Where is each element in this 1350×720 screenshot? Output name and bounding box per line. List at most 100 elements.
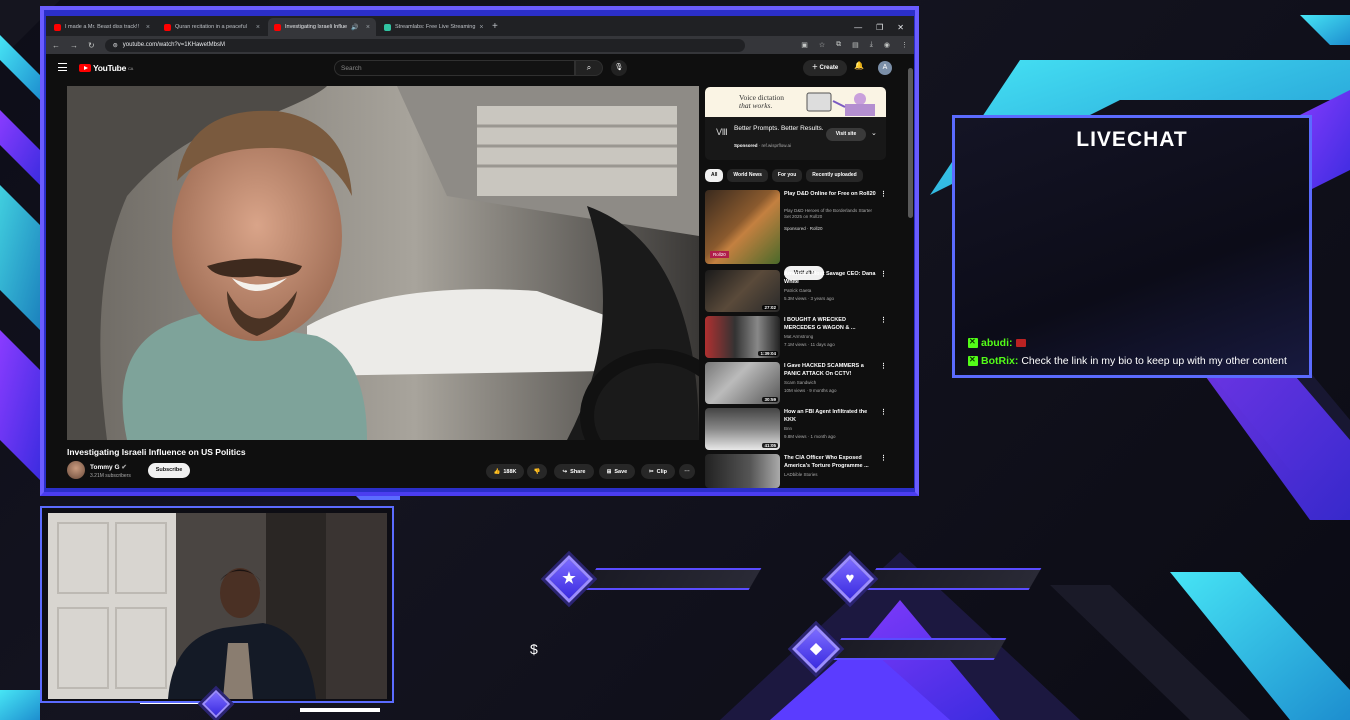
video-duration: 1:39:04: [758, 351, 778, 356]
tab-2[interactable]: Investigating Israeli Influe 🔊 ×: [268, 18, 376, 36]
account-avatar[interactable]: A: [878, 61, 892, 75]
recommendation-desc: Play D&D Heroes of the Borderlands Start…: [784, 208, 873, 219]
recommendation-item[interactable]: 1:39:04 I BOUGHT A WRECKED MERCEDES G WA…: [705, 316, 895, 358]
youtube-icon: [164, 23, 171, 31]
thumbs-down-icon: 👎: [533, 468, 541, 475]
subscribe-button[interactable]: Subscribe: [148, 463, 190, 478]
video-duration: 41:05: [762, 443, 778, 448]
recommendation-channel: Patrick Gaeta: [784, 288, 812, 293]
share-label: Share: [570, 468, 586, 475]
recommendation-item[interactable]: The CIA Officer Who Exposed America's To…: [705, 454, 895, 488]
emote-icon: [1015, 339, 1026, 347]
youtube-icon: [274, 23, 281, 31]
search-input[interactable]: Search: [334, 60, 575, 76]
hamburger-menu-icon[interactable]: [58, 63, 67, 71]
more-actions-button[interactable]: ⋯: [679, 464, 695, 479]
region-code: CA: [128, 65, 133, 71]
url-field[interactable]: ⊜ youtube.com/watch?v=1KHawetMbsM: [104, 38, 745, 52]
recommendation-item[interactable]: 27:02 America's Most Savage CEO: Dana Wh…: [705, 270, 895, 312]
sidepanel-icon[interactable]: ▤: [852, 41, 859, 49]
search-icon[interactable]: ⌕: [575, 60, 603, 76]
video-thumbnail[interactable]: 30:59: [705, 362, 780, 404]
video-thumbnail[interactable]: 41:05: [705, 408, 780, 450]
close-icon[interactable]: ×: [479, 24, 483, 31]
window-controls: — ❐ ✕: [844, 18, 914, 36]
tab-1[interactable]: Quran recitation in a peaceful ×: [158, 18, 266, 36]
tab-3[interactable]: Streamlabs: Free Live Streaming ×: [378, 18, 486, 36]
chip-recently-uploaded[interactable]: Recently uploaded: [806, 169, 863, 182]
youtube-logo[interactable]: YouTube CA: [79, 63, 133, 73]
ad-sponsor-line: Sponsored · ref.wisprflow.ai: [734, 143, 792, 148]
create-label: Create: [819, 65, 839, 71]
video-thumbnail[interactable]: Roll20: [705, 190, 780, 264]
reload-icon[interactable]: ↻: [88, 41, 95, 50]
restore-icon[interactable]: ❐: [876, 23, 883, 32]
channel-avatar[interactable]: [67, 461, 85, 479]
share-button[interactable]: ↪ Share: [554, 464, 594, 479]
recommendation-item[interactable]: Roll20 Play D&D Online for Free on Roll2…: [705, 190, 895, 266]
chevron-down-icon[interactable]: ⌄: [871, 129, 877, 137]
recommendation-item[interactable]: 30:59 I Gave HACKED SCAMMERS a PANIC ATT…: [705, 362, 895, 404]
more-dots-icon[interactable]: ⋮: [880, 454, 887, 462]
profile-icon[interactable]: ◉: [884, 41, 890, 49]
clip-button[interactable]: ✂ Clip: [641, 464, 675, 479]
back-icon[interactable]: ←: [52, 41, 60, 50]
scrollbar[interactable]: [908, 68, 913, 218]
ad-visit-site-button[interactable]: Visit site: [826, 128, 866, 141]
recommendation-meta: 10M views · 9 months ago: [784, 388, 837, 393]
download-icon[interactable]: ⤓: [870, 41, 873, 49]
more-dots-icon[interactable]: ⋮: [880, 190, 887, 198]
bookmark-star-icon[interactable]: ☆: [819, 41, 825, 49]
ad-illustration: [806, 92, 875, 116]
save-button[interactable]: ⊞ Save: [599, 464, 635, 479]
streamlabs-icon: [384, 23, 391, 31]
dislike-button[interactable]: 👎: [527, 464, 547, 479]
more-dots-icon[interactable]: ⋮: [880, 408, 887, 416]
chip-world-news[interactable]: World News: [727, 169, 768, 182]
forward-icon[interactable]: →: [70, 41, 78, 50]
cast-icon[interactable]: ▣: [801, 41, 808, 49]
save-label: Save: [614, 468, 628, 475]
close-window-icon[interactable]: ✕: [897, 23, 904, 32]
video-thumbnail[interactable]: [705, 454, 780, 488]
chip-for-you[interactable]: For you: [771, 169, 803, 182]
donation-goal-bar: [828, 638, 1007, 660]
sponsored-label: Sponsored: [734, 143, 758, 148]
tab-0[interactable]: I made a Mr. Beast diss track!! ×: [48, 18, 156, 36]
close-icon[interactable]: ×: [256, 24, 260, 31]
new-tab-button[interactable]: +: [492, 18, 498, 36]
more-dots-icon[interactable]: ⋮: [880, 316, 887, 324]
video-title: Investigating Israeli Influence on US Po…: [67, 447, 246, 457]
like-button[interactable]: 👍 188K: [486, 464, 524, 479]
bell-icon[interactable]: 🔔: [854, 61, 864, 70]
save-icon: ⊞: [606, 468, 612, 475]
minimize-icon[interactable]: —: [854, 23, 862, 32]
video-player[interactable]: [67, 86, 699, 440]
recommendation-item[interactable]: 41:05 How an FBI Agent Infiltrated the K…: [705, 408, 895, 450]
chat-username: BotRix:: [981, 355, 1019, 367]
more-dots-icon: ⋯: [684, 468, 690, 475]
chat-text: Check the link in my bio to keep up with…: [1021, 355, 1287, 367]
like-count: 188K: [503, 468, 517, 475]
microphone-icon[interactable]: 🎙: [611, 60, 627, 76]
speaker-icon[interactable]: 🔊: [351, 24, 358, 31]
chip-all[interactable]: All: [705, 169, 724, 182]
site-info-icon[interactable]: ⊜: [113, 42, 118, 49]
extensions-icon[interactable]: ⧉: [836, 41, 841, 49]
livechat-panel: LIVECHAT abudi: BotRix: Check the link i…: [952, 115, 1312, 378]
subscriber-count: 3.21M subscribers: [90, 473, 131, 479]
video-thumbnail[interactable]: 27:02: [705, 270, 780, 312]
more-dots-icon[interactable]: ⋮: [880, 270, 887, 278]
ad-banner-text: Voice dictation that works.: [739, 94, 784, 110]
channel-name[interactable]: Tommy G ✔: [90, 463, 127, 471]
kick-badge-icon: [968, 337, 978, 348]
menu-dots-icon[interactable]: ⋮: [901, 41, 908, 49]
sponsored-ad[interactable]: Voice dictation that works. Ⅷ Better Prom…: [705, 87, 886, 160]
close-icon[interactable]: ×: [366, 24, 370, 31]
more-dots-icon[interactable]: ⋮: [880, 362, 887, 370]
gem-icon: ◆: [810, 640, 822, 657]
video-thumbnail[interactable]: 1:39:04: [705, 316, 780, 358]
close-icon[interactable]: ×: [146, 24, 150, 31]
create-button[interactable]: ＋ Create: [803, 60, 847, 76]
verified-icon: ✔: [121, 464, 127, 471]
